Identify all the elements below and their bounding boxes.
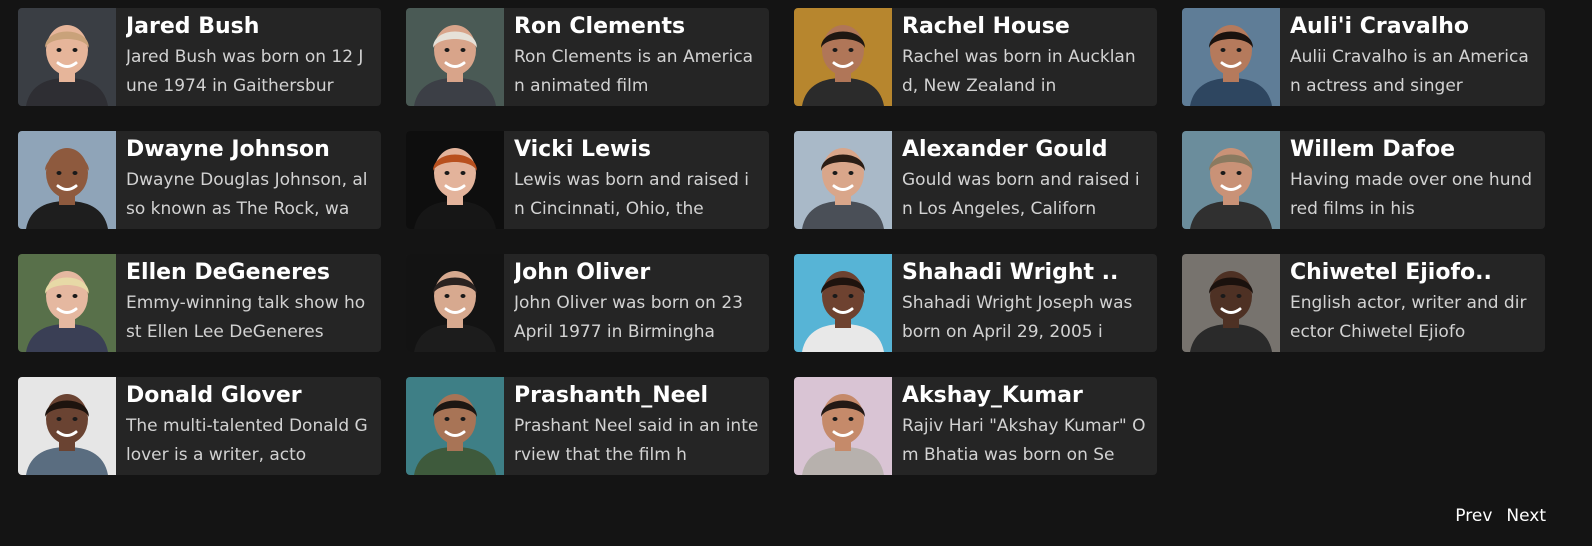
person-bio: Prashant Neel said in an interview that … <box>514 416 759 465</box>
person-card[interactable]: Ellen DeGeneres Emmy-winning talk show ho… <box>18 254 381 352</box>
person-info: Shahadi Wright .. Shahadi Wright Joseph w… <box>892 254 1157 352</box>
person-info: John Oliver John Oliver was born on 23 Ap… <box>504 254 769 352</box>
person-name[interactable]: Chiwetel Ejiofo.. <box>1290 258 1535 288</box>
person-name[interactable]: Akshay_Kumar <box>902 381 1147 411</box>
person-name[interactable]: Vicki Lewis <box>514 135 759 165</box>
person-photo-icon <box>406 377 504 475</box>
person-name[interactable]: Shahadi Wright .. <box>902 258 1147 288</box>
person-bio: John Oliver was born on 23 April 1977 in… <box>514 293 743 342</box>
person-card[interactable]: Chiwetel Ejiofo.. English actor, writer a… <box>1182 254 1545 352</box>
person-info: Chiwetel Ejiofo.. English actor, writer a… <box>1280 254 1545 352</box>
person-info: Alexander Gould Gould was born and raised… <box>892 131 1157 229</box>
person-photo-icon <box>406 131 504 229</box>
person-photo-icon <box>1182 8 1280 106</box>
person-photo-icon <box>794 131 892 229</box>
person-info: Dwayne Johnson Dwayne Douglas Johnson, al… <box>116 131 381 229</box>
person-photo-icon <box>18 8 116 106</box>
person-card[interactable]: Prashanth_Neel Prashant Neel said in an i… <box>406 377 769 475</box>
person-info: Akshay_Kumar Rajiv Hari "Akshay Kumar" Om… <box>892 377 1157 475</box>
person-photo-icon <box>406 8 504 106</box>
person-photo-icon <box>794 8 892 106</box>
person-bio: Lewis was born and raised in Cincinnati,… <box>514 170 749 219</box>
person-bio: Shahadi Wright Joseph was born on April … <box>902 293 1133 342</box>
person-card[interactable]: Vicki Lewis Lewis was born and raised in … <box>406 131 769 229</box>
person-card[interactable]: Shahadi Wright .. Shahadi Wright Joseph w… <box>794 254 1157 352</box>
person-name[interactable]: Auli'i Cravalho <box>1290 12 1535 42</box>
person-photo-icon <box>794 254 892 352</box>
person-card[interactable]: Willem Dafoe Having made over one hundred… <box>1182 131 1545 229</box>
person-bio: Jared Bush was born on 12 June 1974 in G… <box>126 47 364 96</box>
person-bio: Having made over one hundred films in hi… <box>1290 170 1533 219</box>
person-card[interactable]: Jared Bush Jared Bush was born on 12 June… <box>18 8 381 106</box>
person-bio: Rajiv Hari "Akshay Kumar" Om Bhatia was … <box>902 416 1146 465</box>
person-photo-icon <box>18 254 116 352</box>
person-bio: Aulii Cravalho is an American actress an… <box>1290 47 1529 96</box>
person-card[interactable]: Auli'i Cravalho Aulii Cravalho is an Amer… <box>1182 8 1545 106</box>
person-info: Jared Bush Jared Bush was born on 12 June… <box>116 8 381 106</box>
person-name[interactable]: Dwayne Johnson <box>126 135 371 165</box>
person-card[interactable]: Dwayne Johnson Dwayne Douglas Johnson, al… <box>18 131 381 229</box>
person-card[interactable]: Ron Clements Ron Clements is an American … <box>406 8 769 106</box>
person-card[interactable]: Rachel House Rachel was born in Auckland,… <box>794 8 1157 106</box>
person-name[interactable]: Ron Clements <box>514 12 759 42</box>
person-name[interactable]: Prashanth_Neel <box>514 381 759 411</box>
person-bio: The multi-talented Donald Glover is a wr… <box>126 416 368 465</box>
person-photo-icon <box>18 377 116 475</box>
person-bio: Ron Clements is an American animated fil… <box>514 47 754 96</box>
next-page-button[interactable]: Next <box>1506 506 1546 526</box>
person-card[interactable]: Donald Glover The multi-talented Donald G… <box>18 377 381 475</box>
person-info: Vicki Lewis Lewis was born and raised in … <box>504 131 769 229</box>
person-info: Ellen DeGeneres Emmy-winning talk show ho… <box>116 254 381 352</box>
person-name[interactable]: Donald Glover <box>126 381 371 411</box>
prev-page-button[interactable]: Prev <box>1455 506 1492 526</box>
person-info: Prashanth_Neel Prashant Neel said in an i… <box>504 377 769 475</box>
person-card[interactable]: John Oliver John Oliver was born on 23 Ap… <box>406 254 769 352</box>
person-name[interactable]: John Oliver <box>514 258 759 288</box>
person-name[interactable]: Jared Bush <box>126 12 371 42</box>
person-name[interactable]: Rachel House <box>902 12 1147 42</box>
person-info: Rachel House Rachel was born in Auckland,… <box>892 8 1157 106</box>
person-photo-icon <box>794 377 892 475</box>
person-photo-icon <box>406 254 504 352</box>
person-card-grid: Jared Bush Jared Bush was born on 12 June… <box>18 8 1545 475</box>
pagination: Prev Next <box>1455 506 1546 526</box>
person-name[interactable]: Alexander Gould <box>902 135 1147 165</box>
person-card[interactable]: Akshay_Kumar Rajiv Hari "Akshay Kumar" Om… <box>794 377 1157 475</box>
person-card[interactable]: Alexander Gould Gould was born and raised… <box>794 131 1157 229</box>
person-bio: English actor, writer and director Chiwe… <box>1290 293 1527 342</box>
person-photo-icon <box>1182 131 1280 229</box>
person-name[interactable]: Ellen DeGeneres <box>126 258 371 288</box>
person-bio: Emmy-winning talk show host Ellen Lee De… <box>126 293 366 342</box>
person-name[interactable]: Willem Dafoe <box>1290 135 1535 165</box>
person-info: Donald Glover The multi-talented Donald G… <box>116 377 381 475</box>
person-bio: Rachel was born in Auckland, New Zealand… <box>902 47 1136 96</box>
person-bio: Gould was born and raised in Los Angeles… <box>902 170 1140 219</box>
person-info: Auli'i Cravalho Aulii Cravalho is an Amer… <box>1280 8 1545 106</box>
person-photo-icon <box>1182 254 1280 352</box>
person-bio: Dwayne Douglas Johnson, also known as Th… <box>126 170 368 219</box>
person-info: Ron Clements Ron Clements is an American … <box>504 8 769 106</box>
person-photo-icon <box>18 131 116 229</box>
person-info: Willem Dafoe Having made over one hundred… <box>1280 131 1545 229</box>
